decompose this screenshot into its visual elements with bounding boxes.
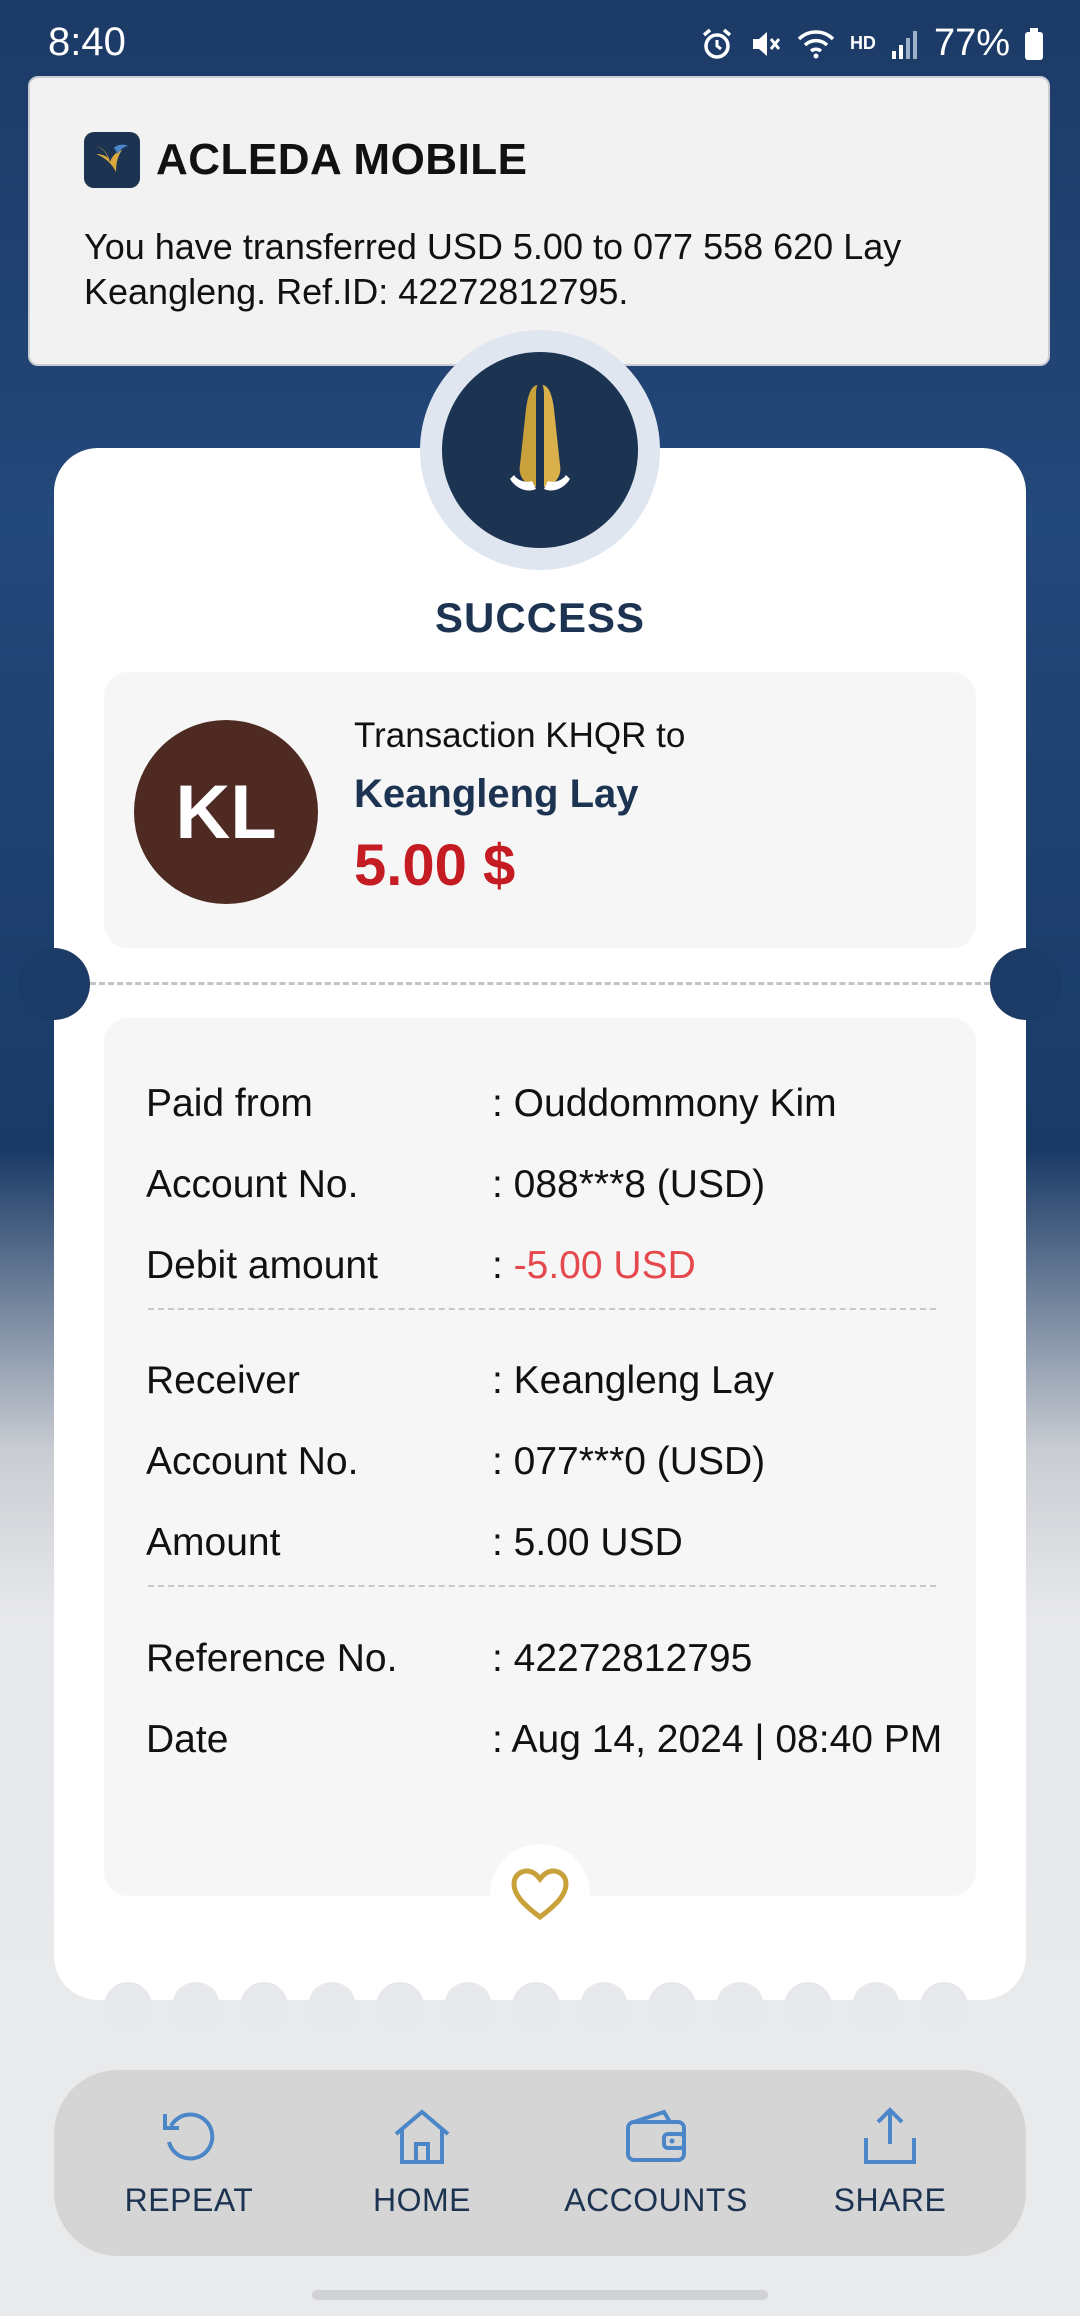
share-icon bbox=[790, 2104, 990, 2168]
status-bar: 8:40 HD 77% bbox=[0, 0, 1080, 80]
notification-message: You have transferred USD 5.00 to 077 558… bbox=[84, 226, 902, 312]
detail-row-reference: Reference No. : 42272812795 bbox=[146, 1637, 752, 1681]
network-type: HD bbox=[849, 33, 876, 53]
detail-label: Reference No. bbox=[146, 1637, 398, 1680]
battery-icon bbox=[1024, 27, 1044, 61]
repeat-button[interactable]: REPEAT bbox=[89, 2104, 289, 2219]
success-title: SUCCESS bbox=[434, 594, 646, 641]
details-separator bbox=[148, 1308, 936, 1310]
heart-icon[interactable] bbox=[490, 1844, 590, 1944]
notification-app-name: ACLEDA MOBILE bbox=[156, 135, 528, 184]
detail-row-from-account: Account No. : 088***8 (USD) bbox=[146, 1163, 765, 1207]
battery-percent: 77% bbox=[933, 22, 1010, 64]
detail-row-debit-amount: Debit amount : -5.00 USD bbox=[146, 1244, 696, 1288]
ticket-divider bbox=[90, 982, 990, 985]
accounts-label: ACCOUNTS bbox=[564, 2182, 748, 2218]
detail-value: : Keangleng Lay bbox=[492, 1359, 774, 1402]
detail-label: Account No. bbox=[146, 1440, 359, 1483]
acleda-logo-icon bbox=[84, 132, 140, 188]
detail-label: Account No. bbox=[146, 1163, 359, 1206]
signal-icon bbox=[890, 27, 920, 61]
detail-row-date: Date : Aug 14, 2024 | 08:40 PM bbox=[146, 1718, 942, 1762]
detail-label: Receiver bbox=[146, 1359, 300, 1402]
detail-label: Date bbox=[146, 1718, 229, 1761]
detail-label: Amount bbox=[146, 1521, 281, 1564]
detail-label: Paid from bbox=[146, 1082, 313, 1125]
detail-value: : 5.00 USD bbox=[492, 1521, 683, 1564]
detail-label: Debit amount bbox=[146, 1244, 378, 1287]
detail-row-amount: Amount : 5.00 USD bbox=[146, 1521, 683, 1565]
home-icon bbox=[322, 2104, 522, 2168]
repeat-icon bbox=[89, 2104, 289, 2168]
home-indicator[interactable] bbox=[312, 2290, 768, 2300]
transaction-summary: KL Transaction KHQR to Keangleng Lay 5.0… bbox=[104, 672, 976, 948]
repeat-label: REPEAT bbox=[124, 2182, 254, 2218]
transaction-amount: 5.00 $ bbox=[354, 833, 516, 898]
notification-app: ACLEDA MOBILE bbox=[84, 132, 528, 188]
notification-banner[interactable]: ACLEDA MOBILE You have transferred USD 5… bbox=[28, 76, 1050, 366]
praying-hands-icon bbox=[442, 352, 638, 548]
detail-value: : 077***0 (USD) bbox=[492, 1440, 766, 1483]
detail-row-to-account: Account No. : 077***0 (USD) bbox=[146, 1440, 765, 1484]
share-label: SHARE bbox=[833, 2182, 947, 2218]
detail-value: : 42272812795 bbox=[492, 1637, 753, 1680]
recipient-name: Keangleng Lay bbox=[354, 772, 639, 816]
detail-value: : Ouddommony Kim bbox=[492, 1082, 837, 1125]
share-button[interactable]: SHARE bbox=[790, 2104, 990, 2219]
detail-value-prefix: : bbox=[492, 1244, 514, 1287]
home-button[interactable]: HOME bbox=[322, 2104, 522, 2219]
avatar: KL bbox=[134, 720, 318, 904]
wallet-icon bbox=[556, 2104, 756, 2168]
home-label: HOME bbox=[373, 2182, 471, 2218]
detail-row-receiver: Receiver : Keangleng Lay bbox=[146, 1359, 774, 1403]
detail-value: : 088***8 (USD) bbox=[492, 1163, 766, 1206]
wifi-icon bbox=[796, 27, 836, 61]
detail-row-paid-from: Paid from : Ouddommony Kim bbox=[146, 1082, 837, 1126]
details-separator bbox=[148, 1585, 936, 1587]
transaction-details: Paid from : Ouddommony Kim Account No. :… bbox=[104, 1018, 976, 1896]
accounts-button[interactable]: ACCOUNTS bbox=[556, 2104, 756, 2219]
alarm-icon bbox=[700, 27, 734, 61]
transaction-label: Transaction KHQR to bbox=[354, 716, 686, 755]
ticket-notch-right bbox=[990, 948, 1062, 1020]
ticket-edge bbox=[104, 1982, 984, 2030]
detail-value: : -5.00 USD bbox=[492, 1244, 696, 1288]
detail-value: : Aug 14, 2024 | 08:40 PM bbox=[492, 1718, 943, 1761]
debit-amount-value: -5.00 USD bbox=[513, 1244, 696, 1287]
action-bar: REPEAT HOME ACCOUNTS SHARE bbox=[54, 2070, 1026, 2256]
status-time: 8:40 bbox=[48, 20, 126, 64]
status-icons: HD 77% bbox=[700, 22, 1044, 65]
ticket-notch-left bbox=[18, 948, 90, 1020]
mute-icon bbox=[748, 27, 782, 61]
